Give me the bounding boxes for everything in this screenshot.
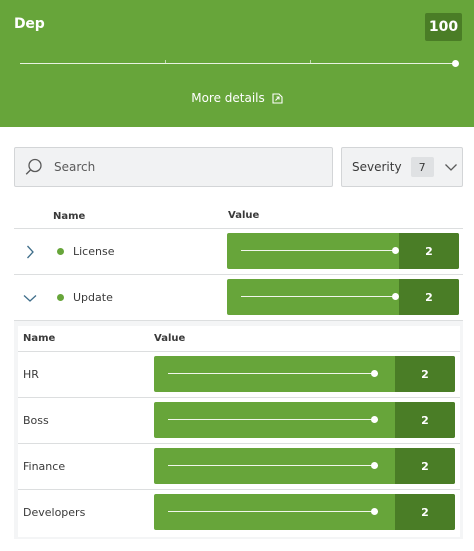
subrow-name-hr: HR (23, 368, 39, 381)
value-count: 2 (399, 279, 459, 315)
value-count: 2 (395, 448, 455, 484)
severity-label: Severity (352, 160, 402, 174)
subrow-name-developers: Developers (23, 506, 86, 519)
subtable-divider (18, 351, 460, 352)
chevron-down-icon[interactable] (22, 290, 38, 306)
value-count: 2 (399, 233, 459, 269)
subrow-name-finance: Finance (23, 460, 66, 473)
subrow-divider (18, 489, 460, 490)
value-bar-finance: 2 (154, 448, 455, 484)
header-title: Dep (14, 16, 45, 32)
value-bar-knob (370, 462, 378, 469)
value-bar-license: 2 (227, 233, 459, 269)
table-divider (14, 228, 463, 229)
external-link-icon (272, 92, 283, 104)
value-bar-knob (370, 370, 378, 377)
header-level-bar (20, 60, 459, 67)
summary-header: Dep 100 More details (0, 0, 474, 127)
value-bar-knob (391, 293, 399, 300)
value-bar-hr: 2 (154, 356, 455, 392)
value-count: 2 (395, 356, 455, 392)
header-level-knob (452, 60, 459, 67)
subtable-header-name: Name (23, 333, 56, 344)
row-divider (14, 274, 463, 275)
value-bar-boss: 2 (154, 402, 455, 438)
subrow-name-boss: Boss (23, 414, 49, 427)
value-bar-knob (391, 247, 399, 254)
subtable-header-value: Value (154, 333, 186, 344)
severity-dropdown[interactable]: Severity 7 (341, 147, 463, 187)
chevron-down-icon (444, 164, 457, 171)
more-details-link[interactable]: More details (0, 91, 474, 105)
column-header-name: Name (53, 211, 86, 222)
status-dot (57, 248, 64, 255)
severity-count-badge: 7 (410, 157, 434, 177)
value-bar-knob (370, 416, 378, 423)
subrow-divider (18, 443, 460, 444)
row-name-update: Update (73, 291, 113, 304)
value-count: 2 (395, 402, 455, 438)
more-details-label: More details (191, 91, 265, 105)
subrow-divider (18, 397, 460, 398)
value-bar-knob (370, 508, 378, 515)
row-name-license: License (73, 245, 115, 258)
search-box[interactable] (14, 147, 333, 187)
score-badge: 100 (425, 13, 462, 41)
value-bar-developers: 2 (154, 494, 455, 530)
search-icon (25, 158, 42, 175)
column-header-value: Value (228, 210, 260, 221)
value-bar-update: 2 (227, 279, 459, 315)
status-dot (57, 294, 64, 301)
search-input[interactable] (54, 160, 304, 174)
value-count: 2 (395, 494, 455, 530)
chevron-right-icon[interactable] (22, 244, 38, 260)
